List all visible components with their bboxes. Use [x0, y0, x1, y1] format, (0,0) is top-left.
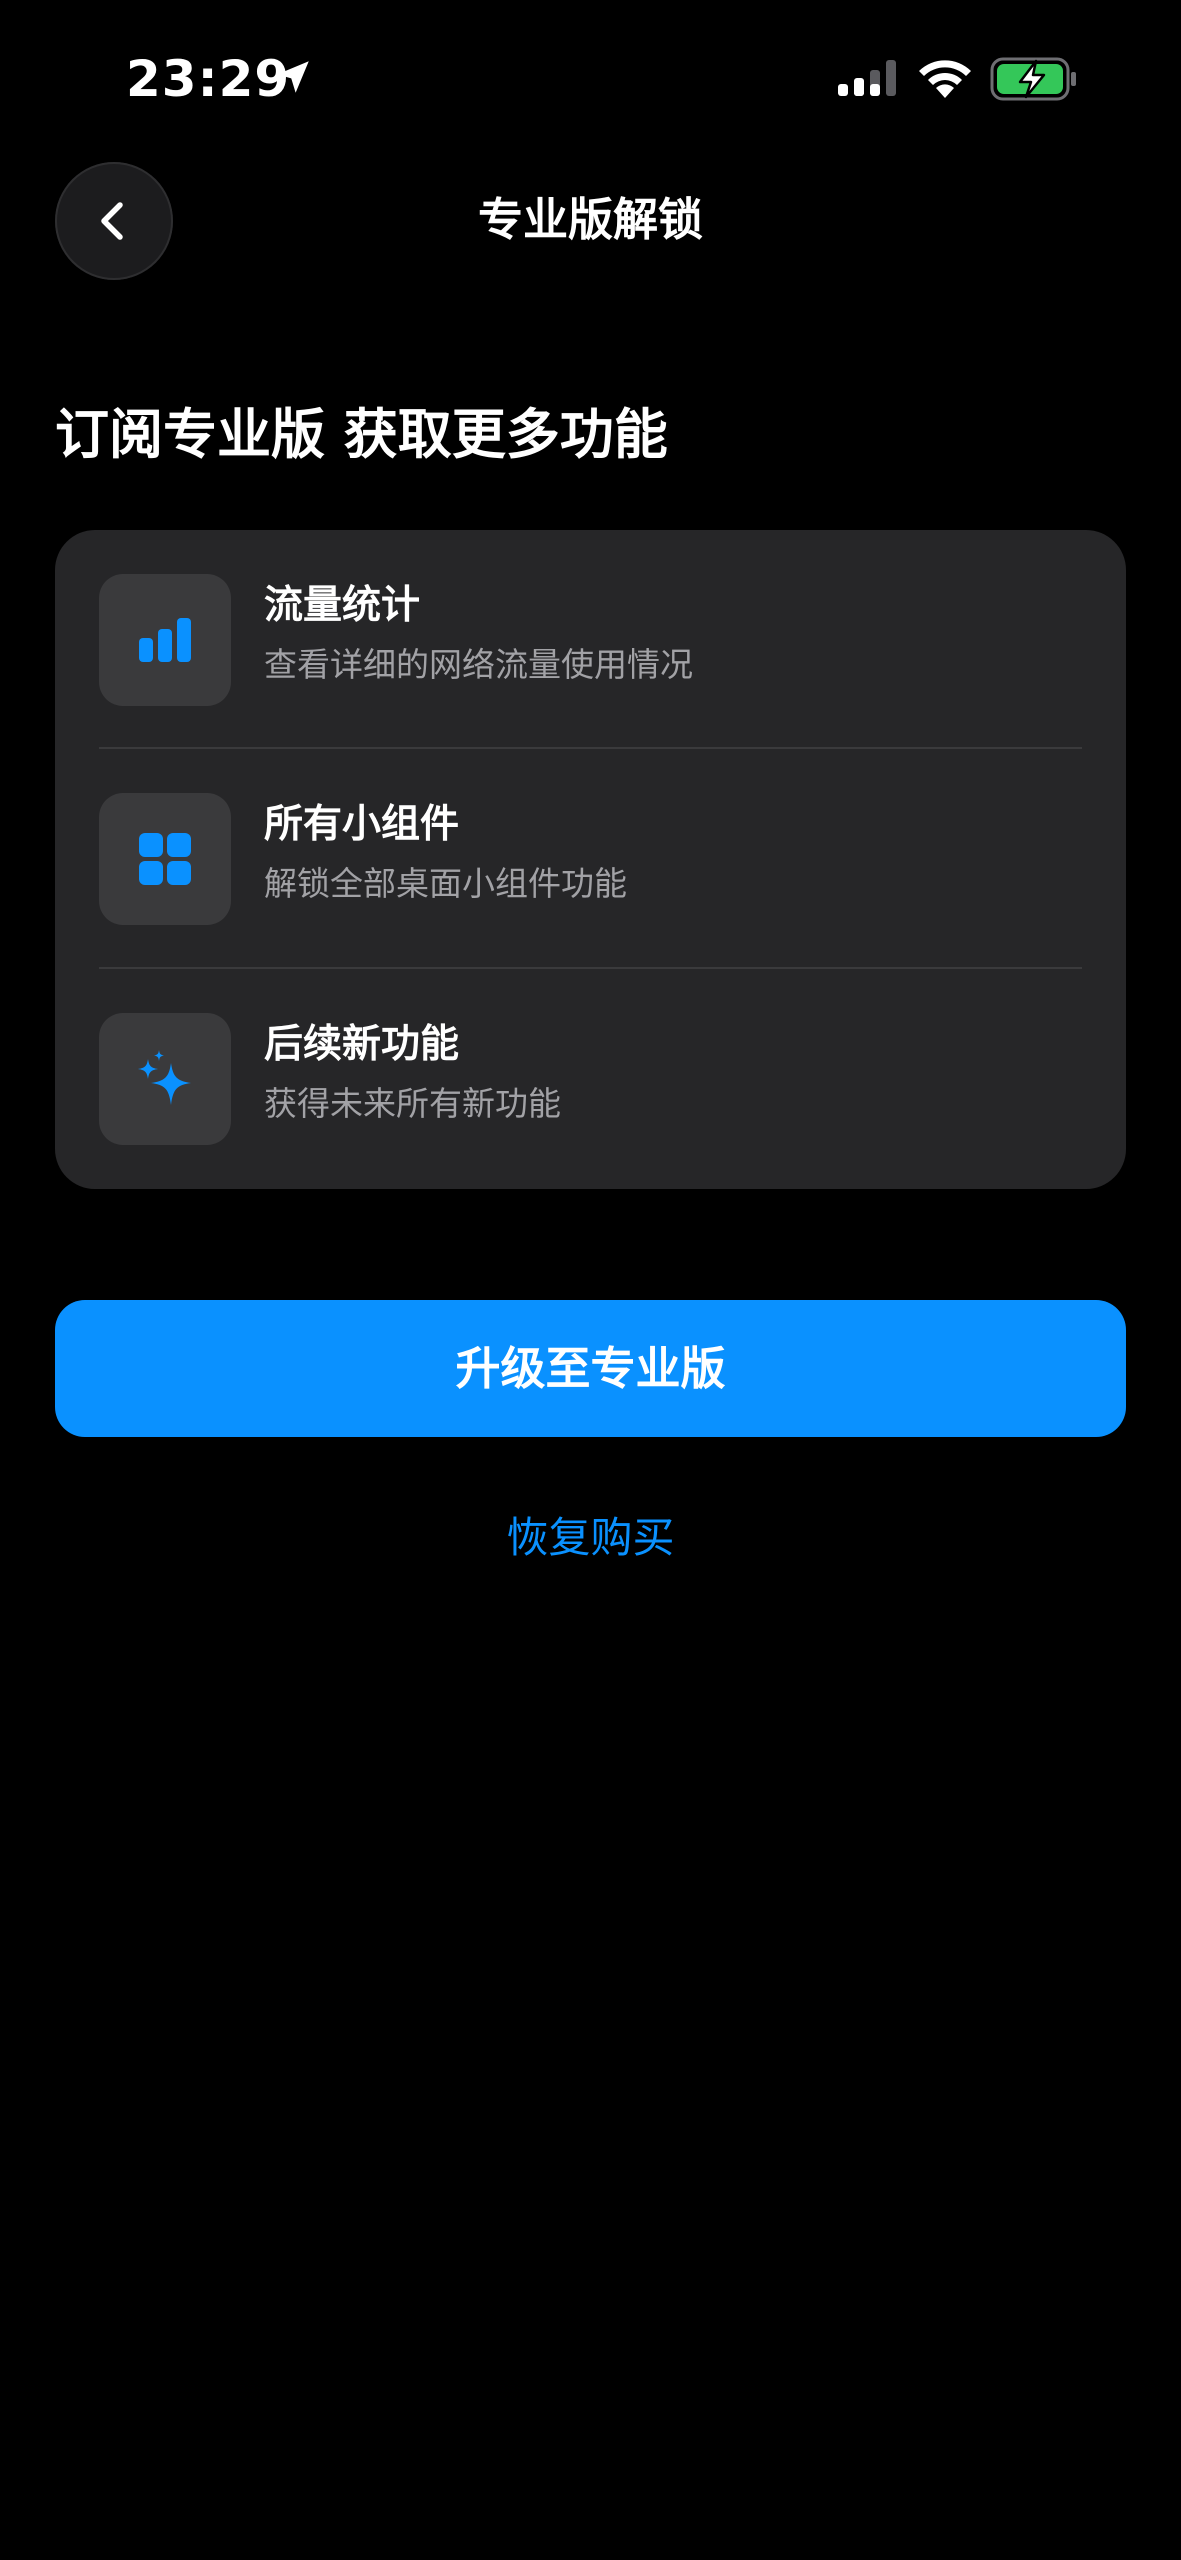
feature-item-traffic-stats: 流量统计 查看详细的网络流量使用情况	[55, 530, 1126, 749]
cellular-signal-icon	[838, 60, 896, 96]
wifi-icon	[919, 60, 971, 98]
feature-icon-tile	[99, 574, 231, 706]
status-time: 23:29	[126, 50, 291, 108]
widgets-grid-icon	[139, 833, 191, 885]
nav-title: 专业版解锁	[477, 193, 703, 246]
sparkles-icon	[138, 1050, 191, 1105]
feature-title: 所有小组件	[264, 802, 460, 847]
feature-description: 查看详细的网络流量使用情况	[264, 645, 693, 684]
page-heading: 订阅专业版 获取更多功能	[55, 403, 668, 466]
feature-item-future-features: 后续新功能 获得未来所有新功能	[55, 969, 1126, 1188]
feature-icon-tile	[99, 793, 231, 925]
restore-purchase-link[interactable]: 恢复购买	[0, 1508, 1181, 1568]
upgrade-button[interactable]: 升级至专业版	[55, 1300, 1126, 1437]
location-arrow-icon	[277, 61, 309, 93]
feature-list-card: 流量统计 查看详细的网络流量使用情况 所有小组件 解锁全部桌面小组件功能 后续新…	[55, 530, 1126, 1189]
feature-title: 流量统计	[264, 583, 421, 628]
feature-description: 获得未来所有新功能	[264, 1084, 561, 1123]
feature-title: 后续新功能	[264, 1022, 460, 1067]
bar-chart-icon	[139, 618, 191, 662]
status-bar: 23:29	[0, 0, 1181, 150]
feature-description: 解锁全部桌面小组件功能	[264, 864, 627, 903]
feature-item-widgets: 所有小组件 解锁全部桌面小组件功能	[55, 749, 1126, 968]
feature-icon-tile	[99, 1013, 231, 1145]
battery-charging-icon	[990, 57, 1076, 101]
